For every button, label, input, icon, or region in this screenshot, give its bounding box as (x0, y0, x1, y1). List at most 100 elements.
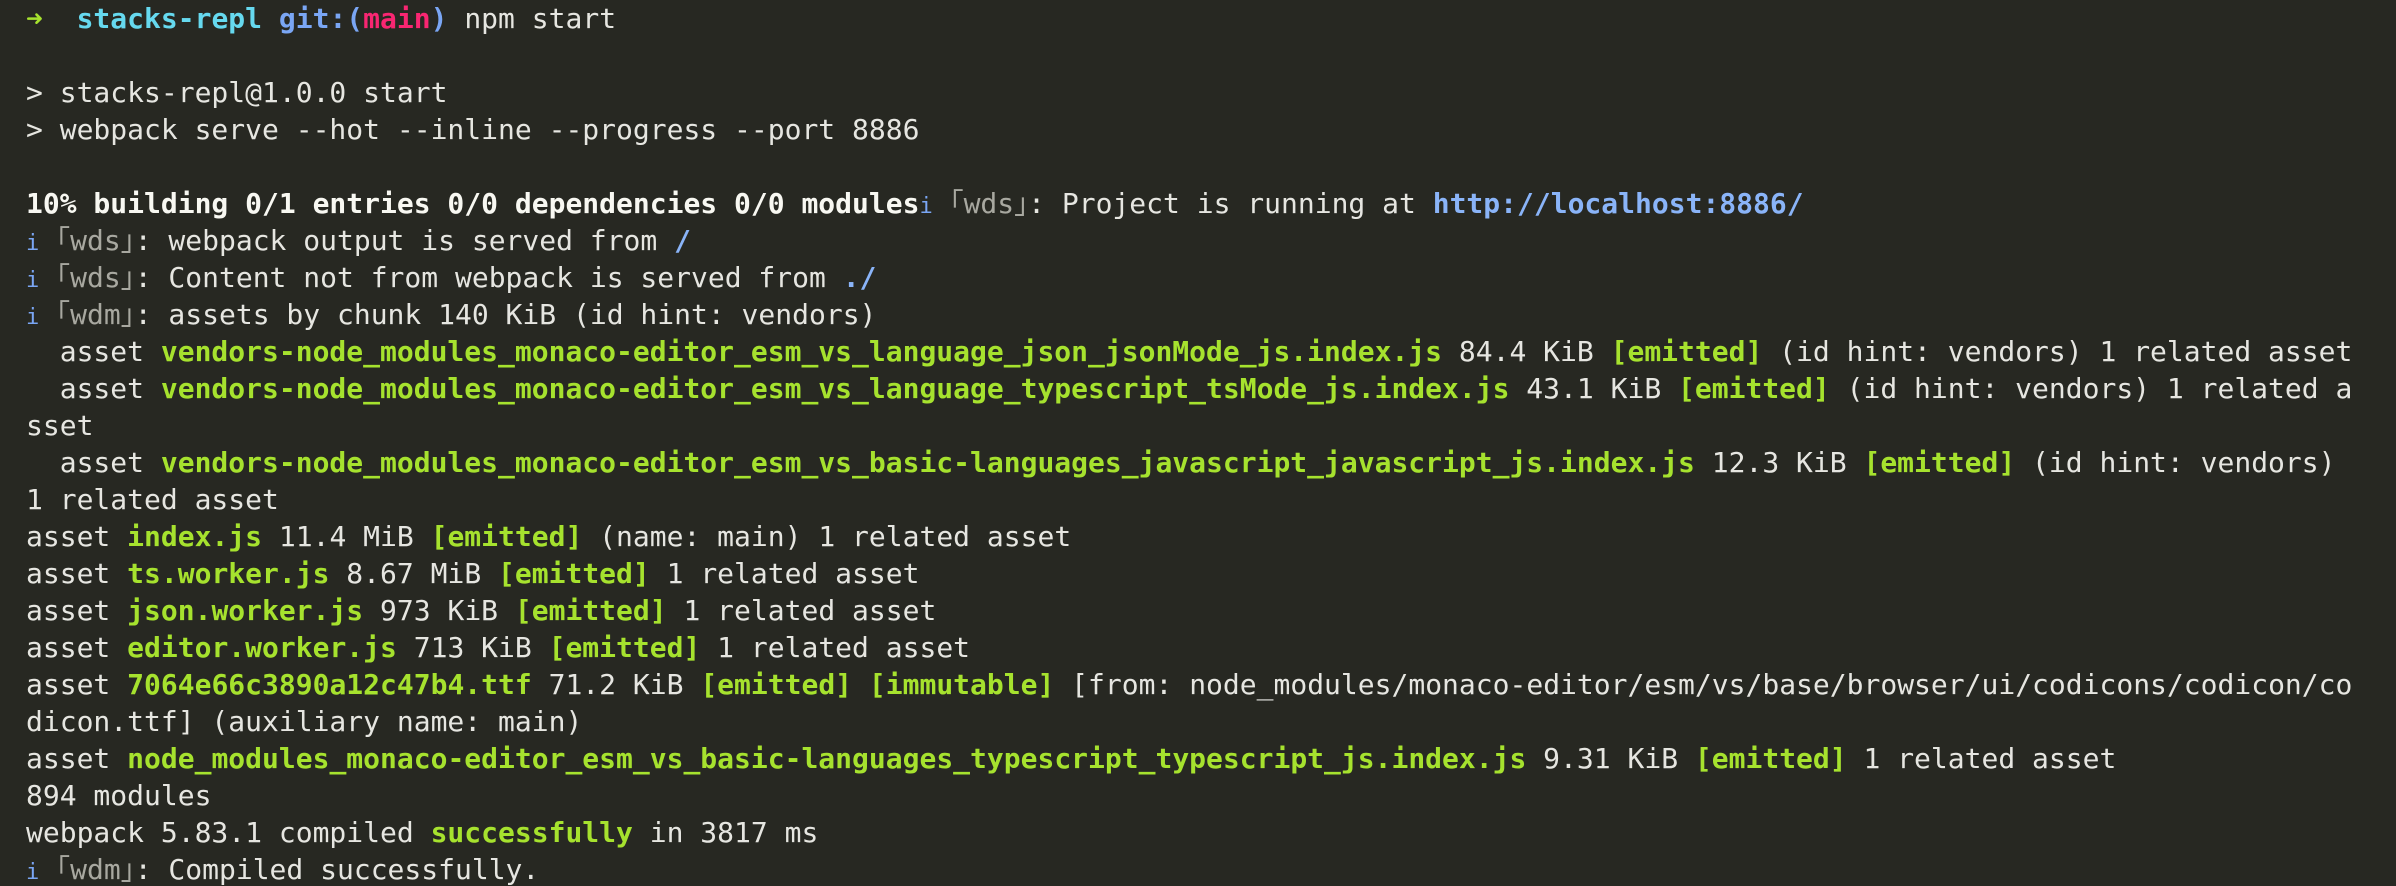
asset-info: (name: main) 1 related asset (582, 520, 1072, 553)
log-message: : assets by chunk 140 KiB (id hint: vend… (134, 298, 877, 331)
asset-size: 713 KiB (396, 631, 549, 664)
asset-line: asset node_modules_monaco-editor_esm_vs_… (26, 740, 2376, 777)
asset-prefix: asset (26, 520, 128, 553)
info-icon: i (26, 305, 40, 330)
wds-tag: ｢wds｣ (56, 224, 135, 257)
asset-size: 11.4 MiB (262, 520, 431, 553)
asset-prefix: asset (26, 742, 128, 775)
asset-size: 9.31 KiB (1526, 742, 1695, 775)
wdm-tag: ｢wdm｣ (56, 853, 135, 886)
prompt-git-close: ) (430, 2, 448, 35)
prompt-arrow-icon: ➜ (26, 2, 43, 35)
prompt-git-label: git:( (278, 2, 364, 35)
asset-filename: ts.worker.js (127, 557, 330, 590)
asset-size: 973 KiB (363, 594, 515, 627)
prompt-directory: stacks-repl (76, 2, 263, 35)
wds-tag: ｢wds｣ (56, 261, 135, 294)
asset-filename: 7064e66c3890a12c47b4.ttf (127, 668, 532, 701)
npm-script-line: > stacks-repl@1.0.0 start (26, 76, 448, 109)
asset-info: 1 related asset (700, 631, 971, 664)
asset-line: asset vendors-node_modules_monaco-editor… (26, 370, 2376, 407)
prompt-command: npm start (464, 2, 617, 35)
asset-size: 12.3 KiB (1694, 446, 1864, 479)
emitted-flag: [emitted] (1610, 335, 1763, 368)
asset-filename: editor.worker.js (127, 631, 397, 664)
asset-size: 71.2 KiB (531, 668, 701, 701)
asset-info: (id hint: vendors) 1 related a (1829, 372, 2353, 405)
build-progress-line: 10% building 0/1 entries 0/0 dependencie… (26, 185, 2376, 222)
modules-count-line: 894 modules (26, 779, 212, 812)
asset-filename: vendors-node_modules_monaco-editor_esm_v… (160, 335, 1443, 368)
emitted-flag: [emitted] (430, 520, 583, 553)
emitted-flag: [emitted] (514, 594, 667, 627)
immutable-flag: [immutable] (868, 668, 1055, 701)
compile-status: successfully (430, 816, 633, 849)
asset-line: asset editor.worker.js 713 KiB [emitted]… (26, 629, 2376, 666)
prompt-git-branch: main (363, 2, 431, 35)
info-icon: i (919, 194, 933, 219)
asset-prefix: asset (26, 446, 161, 479)
asset-prefix: asset (26, 372, 161, 405)
asset-line: asset ts.worker.js 8.67 MiB [emitted] 1 … (26, 555, 2376, 592)
emitted-flag: [emitted] (700, 668, 853, 701)
asset-line: asset vendors-node_modules_monaco-editor… (26, 333, 2376, 370)
asset-filename: vendors-node_modules_monaco-editor_esm_v… (160, 372, 1510, 405)
terminal-output[interactable]: ➜ stacks-repl git:(main) npm start > sta… (26, 0, 2376, 886)
log-line: i ｢wdm｣: Compiled successfully. (26, 851, 2376, 886)
asset-filename: json.worker.js (127, 594, 364, 627)
asset-info: [from: node_modules/monaco-editor/esm/vs… (1054, 668, 2353, 701)
log-message: : Project is running at (1028, 187, 1433, 220)
wds-tag: ｢wds｣ (949, 187, 1029, 220)
asset-info: 1 related asset (1846, 742, 2117, 775)
build-progress-text: 10% building 0/1 entries 0/0 dependencie… (26, 187, 920, 220)
info-icon: i (26, 860, 40, 885)
asset-filename: index.js (127, 520, 263, 553)
info-icon: i (26, 268, 40, 293)
log-line: i ｢wdm｣: assets by chunk 140 KiB (id hin… (26, 296, 2376, 333)
asset-filename: vendors-node_modules_monaco-editor_esm_v… (160, 446, 1695, 479)
compile-prefix: webpack 5.83.1 compiled (26, 816, 431, 849)
compile-suffix: in 3817 ms (632, 816, 819, 849)
asset-filename: node_modules_monaco-editor_esm_vs_basic-… (127, 742, 1527, 775)
asset-info: (id hint: vendors) (2015, 446, 2336, 479)
wrapped-line: sset (26, 409, 94, 442)
wrapped-line: dicon.ttf] (auxiliary name: main) (26, 705, 583, 738)
asset-size: 43.1 KiB (1509, 372, 1679, 405)
emitted-flag: [emitted] (1678, 372, 1830, 405)
asset-info: (id hint: vendors) 1 related asset (1762, 335, 2353, 368)
asset-prefix: asset (26, 335, 161, 368)
emitted-flag: [emitted] (498, 557, 650, 590)
asset-info: 1 related asset (649, 557, 920, 590)
asset-line: asset json.worker.js 973 KiB [emitted] 1… (26, 592, 2376, 629)
asset-size: 84.4 KiB (1442, 335, 1611, 368)
compile-status-line: webpack 5.83.1 compiled successfully in … (26, 814, 2376, 851)
emitted-flag: [emitted] (548, 631, 701, 664)
asset-line: asset index.js 11.4 MiB [emitted] (name:… (26, 518, 2376, 555)
served-path: / (674, 224, 691, 257)
log-message: : webpack output is served from (134, 224, 675, 257)
shell-prompt-line: ➜ stacks-repl git:(main) npm start (26, 0, 2376, 37)
asset-prefix: asset (26, 557, 128, 590)
log-line: i ｢wds｣: Content not from webpack is ser… (26, 259, 2376, 296)
asset-size: 8.67 MiB (329, 557, 499, 590)
asset-line: asset vendors-node_modules_monaco-editor… (26, 444, 2376, 481)
npm-script-command-line: > webpack serve --hot --inline --progres… (26, 113, 920, 146)
log-message: : Content not from webpack is served fro… (134, 261, 843, 294)
localhost-url-link[interactable]: http://localhost:8886/ (1433, 187, 1804, 220)
wrapped-line: 1 related asset (26, 483, 279, 516)
log-line: i ｢wds｣: webpack output is served from / (26, 222, 2376, 259)
served-path: ./ (842, 261, 877, 294)
emitted-flag: [emitted] (1694, 742, 1847, 775)
asset-prefix: asset (26, 594, 128, 627)
asset-prefix: asset (26, 631, 128, 664)
wdm-tag: ｢wdm｣ (56, 298, 135, 331)
info-icon: i (26, 231, 40, 256)
asset-line: asset 7064e66c3890a12c47b4.ttf 71.2 KiB … (26, 666, 2376, 703)
asset-prefix: asset (26, 668, 128, 701)
asset-info: 1 related asset (666, 594, 937, 627)
log-message: : Compiled successfully. (134, 853, 540, 886)
emitted-flag: [emitted] (1863, 446, 2016, 479)
